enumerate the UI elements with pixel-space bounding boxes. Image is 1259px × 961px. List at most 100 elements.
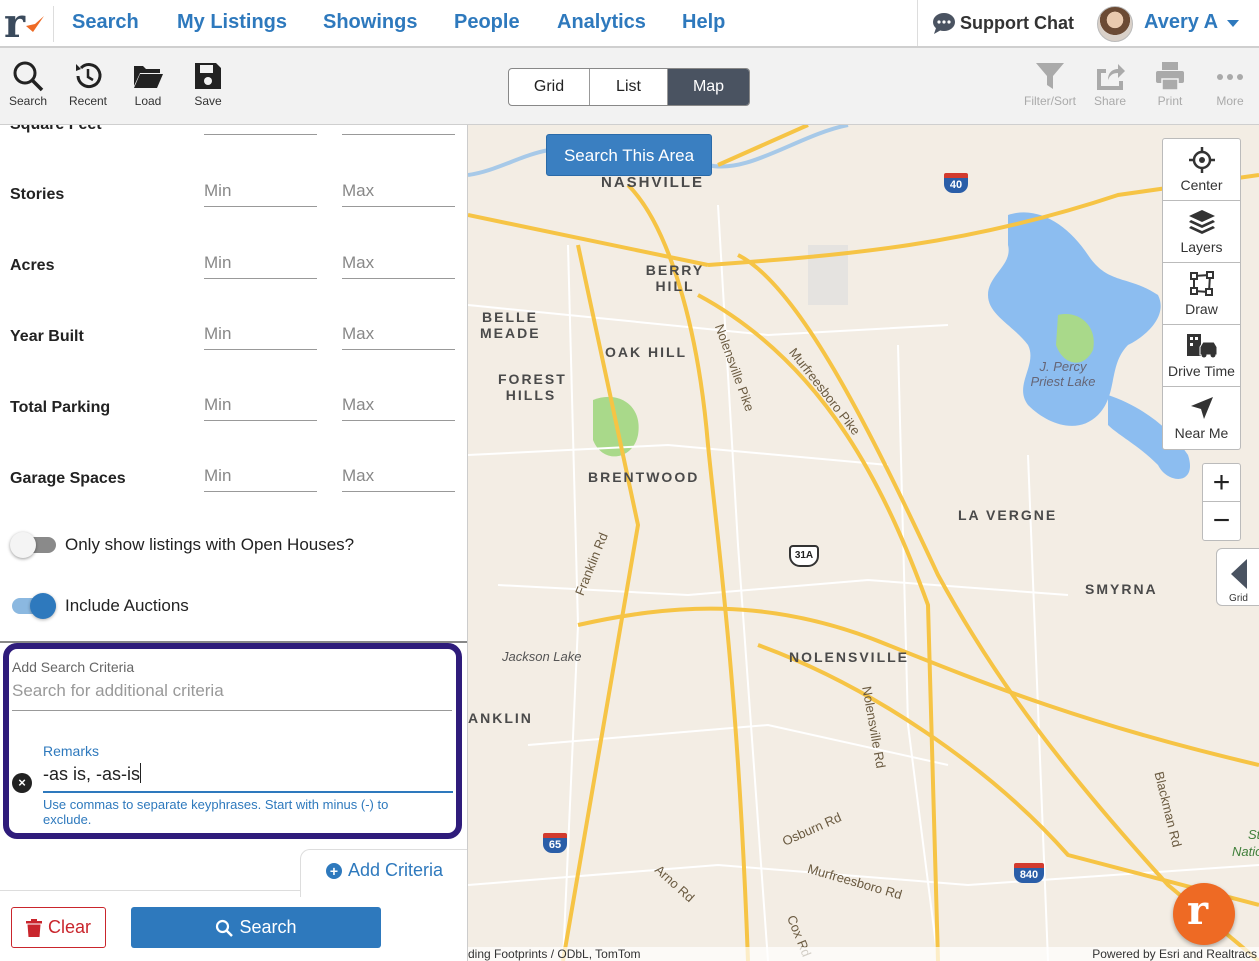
map-tools: Center Layers Draw Drive Time Near Me: [1162, 138, 1241, 450]
bottom-divider: [0, 890, 300, 891]
auctions-toggle[interactable]: [10, 593, 56, 619]
filter-label-acres: Acres: [10, 257, 55, 274]
filter-label-stories: Stories: [10, 186, 65, 203]
zoom-in-button[interactable]: +: [1203, 464, 1240, 502]
place-percy-priest-lake: J. Percy Priest Lake: [1030, 359, 1096, 389]
toolbar-filter-sort-label: Filter/Sort: [1023, 94, 1076, 108]
support-chat-button[interactable]: Support Chat: [932, 12, 1074, 34]
realtracs-logo-icon: r: [1187, 887, 1209, 934]
clear-label: Clear: [47, 917, 91, 937]
map-near-me-button[interactable]: Near Me: [1163, 387, 1240, 449]
remarks-input[interactable]: -as is, -as-is: [43, 763, 453, 793]
view-list-button[interactable]: List: [590, 69, 668, 105]
year-built-max-input[interactable]: Max: [342, 314, 455, 350]
nav-showings[interactable]: Showings: [323, 11, 417, 34]
toolbar-more-button[interactable]: More: [1205, 60, 1255, 108]
map-layers-button[interactable]: Layers: [1163, 201, 1240, 263]
toolbar-share-label: Share: [1093, 94, 1127, 108]
more-icon: [1217, 74, 1243, 80]
filter-icon: [1036, 63, 1064, 89]
toolbar-search-button[interactable]: Search: [3, 60, 53, 108]
stories-min-input[interactable]: Min: [204, 171, 317, 207]
view-toggle: Grid List Map: [508, 68, 750, 106]
nav-people[interactable]: People: [454, 11, 520, 34]
filter-label-garage-spaces: Garage Spaces: [10, 470, 126, 487]
view-grid-button[interactable]: Grid: [509, 69, 590, 105]
remarks-value: -as is, -as-is: [43, 764, 141, 784]
place-la-vergne: LA VERGNE: [958, 507, 1058, 523]
nav-analytics[interactable]: Analytics: [557, 11, 646, 34]
add-criteria-button[interactable]: + Add Criteria: [326, 860, 443, 881]
clear-button[interactable]: Clear: [11, 907, 106, 948]
total-parking-min-input[interactable]: Min: [204, 385, 317, 421]
interstate-65-shield: 65: [543, 833, 567, 853]
trash-icon: [25, 918, 42, 937]
toolbar-print-button[interactable]: Print: [1145, 60, 1195, 108]
remarks-label: Remarks: [43, 743, 100, 759]
map-center-button[interactable]: Center: [1163, 139, 1240, 201]
search-this-area-button[interactable]: Search This Area: [546, 134, 712, 176]
grid-panel-tab[interactable]: Grid: [1216, 548, 1259, 606]
zoom-controls: + −: [1202, 463, 1241, 541]
search-icon: [216, 919, 234, 937]
avatar[interactable]: [1097, 6, 1133, 42]
place-oak-hill: OAK HILL: [605, 344, 688, 360]
toolbar: Search Recent Load Save Grid List Map Fi…: [0, 48, 1259, 125]
save-icon: [195, 63, 221, 89]
place-nation: Nation: [1232, 844, 1259, 859]
chevron-down-icon[interactable]: [1227, 20, 1239, 27]
square-feet-min-input[interactable]: [204, 125, 317, 135]
support-chat-label: Support Chat: [960, 12, 1074, 33]
filter-label-year-built: Year Built: [10, 328, 84, 345]
toolbar-filter-sort-button[interactable]: Filter/Sort: [1020, 60, 1080, 108]
nav-my-listings[interactable]: My Listings: [177, 11, 287, 34]
toolbar-save-label: Save: [194, 94, 222, 108]
map-view[interactable]: Search This Area NASHVILLE BERRY HILL BE…: [468, 125, 1259, 961]
car-building-icon: [1186, 334, 1217, 358]
toolbar-recent-label: Recent: [68, 94, 108, 108]
nav-divider: [917, 0, 918, 46]
map-draw-button[interactable]: Draw: [1163, 263, 1240, 325]
toolbar-recent-button[interactable]: Recent: [63, 60, 113, 108]
toolbar-more-label: More: [1216, 94, 1244, 108]
acres-min-input[interactable]: Min: [204, 243, 317, 279]
stories-max-input[interactable]: Max: [342, 171, 455, 207]
acres-max-input[interactable]: Max: [342, 243, 455, 279]
nav-search[interactable]: Search: [72, 11, 139, 34]
toolbar-search-label: Search: [8, 94, 48, 108]
toolbar-load-button[interactable]: Load: [123, 60, 173, 108]
place-anklin: ANKLIN: [468, 710, 533, 726]
year-built-min-input[interactable]: Min: [204, 314, 317, 350]
open-houses-label: Only show listings with Open Houses?: [65, 535, 355, 554]
share-icon: [1097, 64, 1125, 90]
user-name[interactable]: Avery A: [1144, 11, 1218, 34]
toolbar-share-button[interactable]: Share: [1085, 60, 1135, 108]
history-icon: [76, 63, 102, 89]
grid-panel-tab-label: Grid: [1229, 593, 1248, 604]
open-houses-toggle[interactable]: [10, 532, 56, 558]
garage-spaces-min-input[interactable]: Min: [204, 456, 317, 492]
auctions-label: Include Auctions: [65, 596, 189, 615]
app-logo[interactable]: r: [4, 4, 46, 44]
map-attribution: ding Footprints / ODbL, TomTom Powered b…: [468, 947, 1259, 961]
search-icon: [13, 61, 44, 92]
total-parking-max-input[interactable]: Max: [342, 385, 455, 421]
nav-help[interactable]: Help: [682, 11, 725, 34]
toolbar-save-button[interactable]: Save: [183, 60, 233, 108]
place-sto: Sto: [1248, 827, 1259, 842]
zoom-out-button[interactable]: −: [1203, 502, 1240, 540]
view-map-button[interactable]: Map: [668, 69, 749, 105]
square-feet-max-input[interactable]: [342, 125, 455, 135]
criteria-search-input[interactable]: Search for additional criteria: [12, 681, 452, 711]
caret-left-icon: [1230, 559, 1247, 589]
realtracs-fab-button[interactable]: r: [1173, 883, 1235, 945]
remove-remarks-icon[interactable]: ×: [12, 773, 32, 793]
map-center-label: Center: [1180, 177, 1223, 193]
garage-spaces-max-input[interactable]: Max: [342, 456, 455, 492]
remarks-help-text: Use commas to separate keyphrases. Start…: [43, 797, 389, 827]
place-berry-hill: BERRY HILL: [645, 262, 705, 294]
toolbar-print-label: Print: [1157, 94, 1183, 108]
map-drive-time-button[interactable]: Drive Time: [1163, 325, 1240, 387]
print-icon: [1156, 62, 1184, 91]
search-button[interactable]: Search: [131, 907, 381, 948]
